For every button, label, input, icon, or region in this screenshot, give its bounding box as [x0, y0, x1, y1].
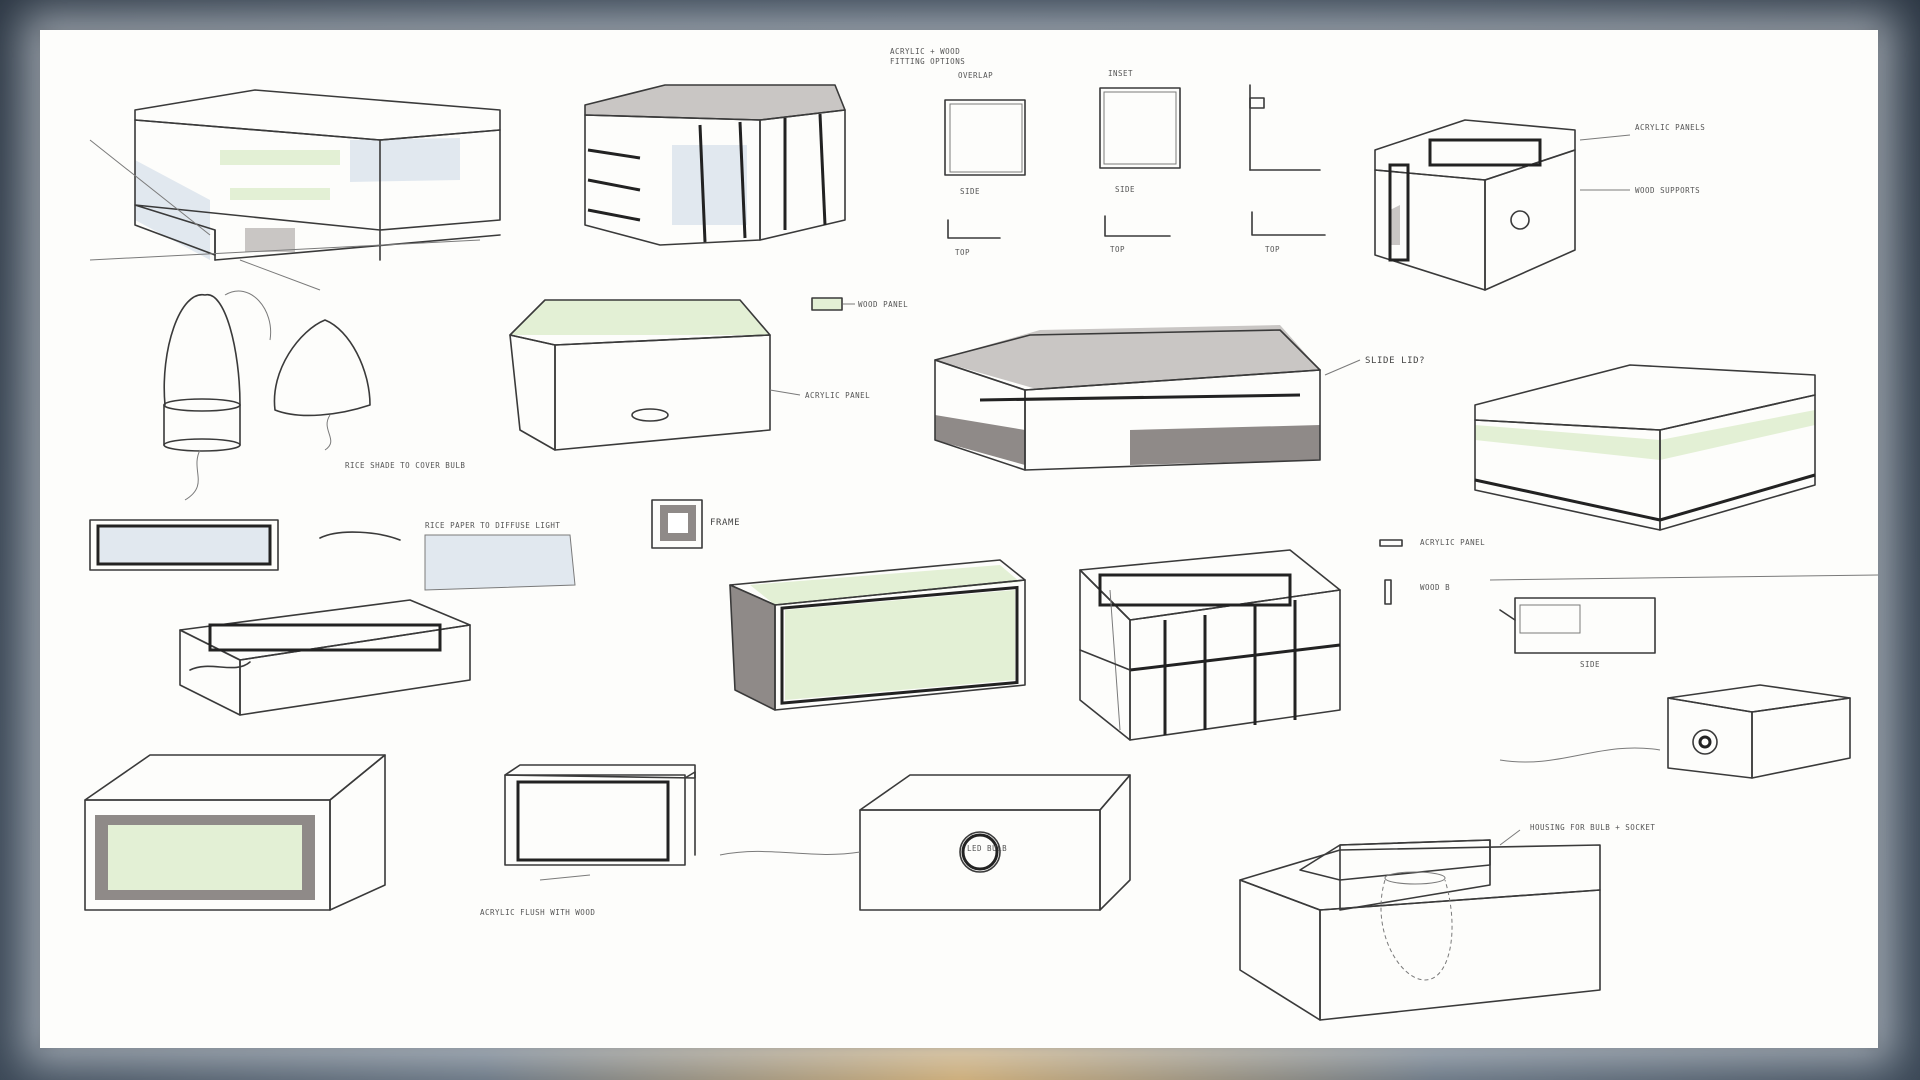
label-inset: INSET — [1108, 69, 1133, 78]
sketch-framed-box — [84, 754, 386, 911]
label-frame: FRAME — [710, 518, 740, 528]
label-acrylic-flush-1: ACRYLIC FLUSH WITH WOOD — [480, 908, 595, 917]
label-side-1: SIDE — [960, 187, 980, 196]
sketch-green-panel-box — [729, 559, 1026, 711]
label-side-2: SIDE — [1115, 185, 1135, 194]
fitting-title-2: FITTING OPTIONS — [890, 57, 965, 66]
sketch-green-band-box — [1474, 364, 1816, 531]
sketch-acrylic-flush-box: ACRYLIC FLUSH WITH WOOD — [480, 764, 696, 917]
sketch-side-view: SIDE — [1489, 574, 1878, 669]
sketch-frame-detail: FRAME — [651, 499, 740, 549]
sketch-housing-box: HOUSING FOR BULB + SOCKET — [1239, 823, 1655, 1021]
sketch-led-box: LED BULB — [719, 774, 1131, 911]
sketch-acrylic-bulb-box: ACRYLIC PANEL WOOD PANEL — [509, 297, 908, 451]
label-acrylic-panel-2: ACRYLIC PANEL — [1420, 538, 1485, 547]
label-overlap: OVERLAP — [958, 71, 993, 80]
label-led-bulb: LED BULB — [967, 844, 1007, 853]
label-top-1: TOP — [955, 248, 970, 257]
label-rice-paper: RICE PAPER TO DIFFUSE LIGHT — [425, 521, 560, 530]
label-wood-panel: WOOD PANEL — [858, 300, 908, 309]
label-housing: HOUSING FOR BULB + SOCKET — [1530, 823, 1655, 832]
sketch-socket-box — [1499, 684, 1851, 779]
label-slide-lid: SLIDE LID? — [1365, 356, 1425, 366]
sketch-frame: ACRYLIC + WOOD FITTING OPTIONS OVERLAP I… — [0, 0, 1920, 1080]
fitting-options: ACRYLIC + WOOD FITTING OPTIONS OVERLAP I… — [890, 47, 1326, 257]
sketch-strapped-box — [584, 84, 846, 246]
label-wood-b: WOOD B — [1420, 583, 1450, 592]
label-acrylic-panel: ACRYLIC PANEL — [805, 391, 870, 400]
label-side-3: SIDE — [1580, 660, 1600, 669]
fitting-title-1: ACRYLIC + WOOD — [890, 47, 960, 56]
sketch-rice-paper: RICE PAPER TO DIFFUSE LIGHT — [89, 519, 576, 591]
label-acrylic-panels-top: ACRYLIC PANELS — [1635, 123, 1705, 132]
sketch-flat-box — [179, 599, 471, 716]
label-rice-shade: RICE SHADE TO COVER BULB — [345, 461, 465, 470]
label-wood-supports: WOOD SUPPORTS — [1635, 186, 1700, 195]
sketch-layered-box — [89, 89, 501, 291]
sketch-grid-cube: ACRYLIC PANEL WOOD B — [1079, 538, 1485, 741]
label-top-2: TOP — [1110, 245, 1125, 254]
sketch-sheet: ACRYLIC + WOOD FITTING OPTIONS OVERLAP I… — [40, 30, 1878, 1048]
sketch-canvas: ACRYLIC + WOOD FITTING OPTIONS OVERLAP I… — [84, 47, 1878, 1021]
sketch-acrylic-cube: ACRYLIC PANELS WOOD SUPPORTS — [1374, 119, 1705, 291]
sketch-bulb-shade: RICE SHADE TO COVER BULB — [163, 290, 465, 501]
label-top-3: TOP — [1265, 245, 1280, 254]
sketch-slide-lid-box: SLIDE LID? — [934, 325, 1425, 471]
